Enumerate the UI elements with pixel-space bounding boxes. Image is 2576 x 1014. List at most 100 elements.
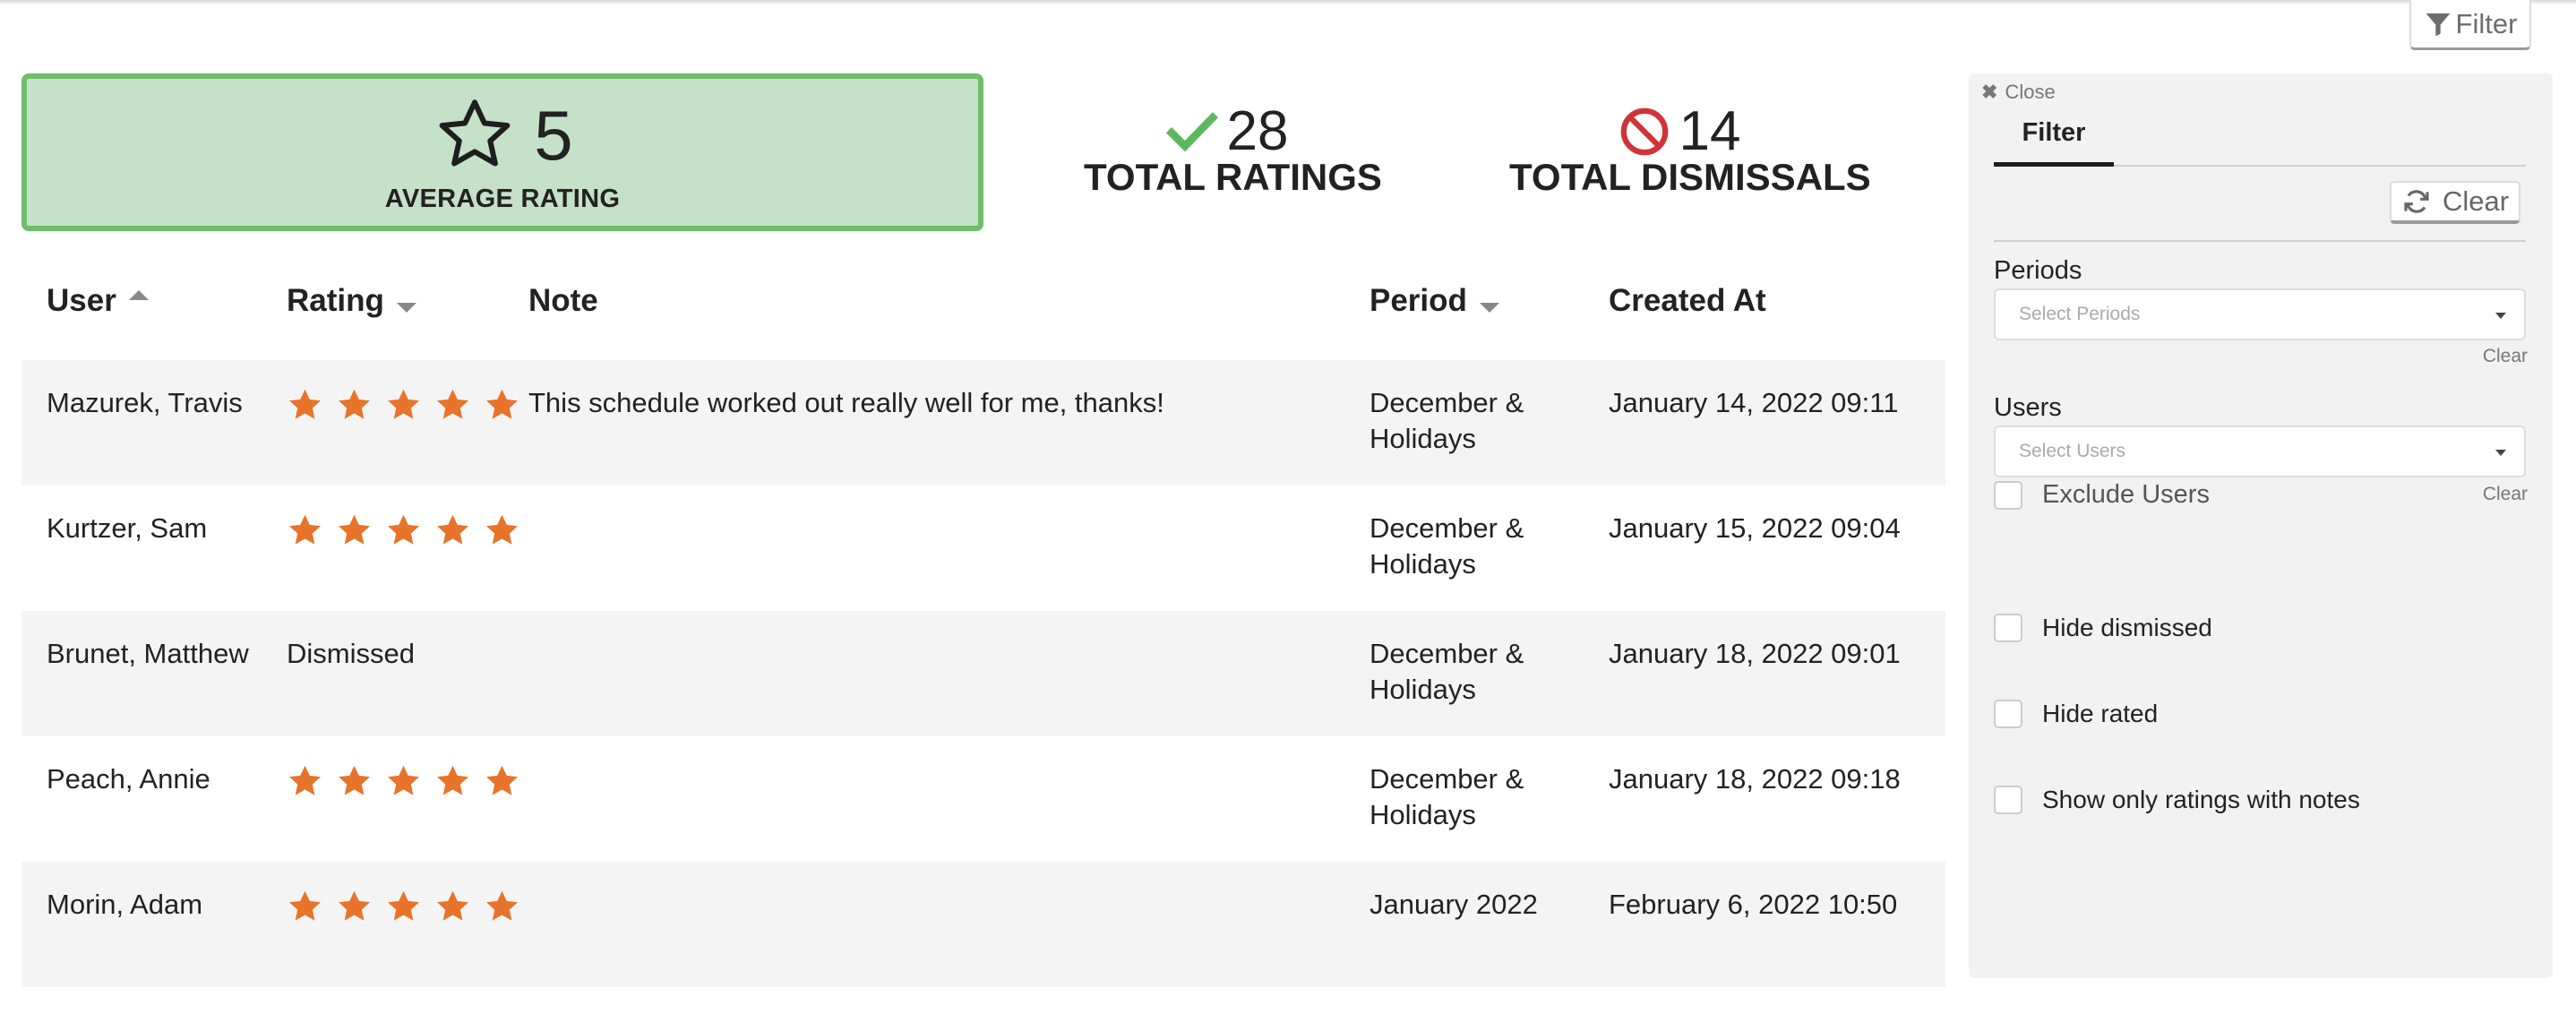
cell-rating-dismissed: Dismissed	[287, 638, 415, 669]
star-icon	[289, 514, 321, 545]
star-icon	[388, 389, 419, 419]
column-header-rating[interactable]: Rating	[287, 283, 416, 319]
cell-user: Kurtzer, Sam	[47, 512, 208, 544]
cell-rating	[287, 889, 537, 924]
users-select[interactable]: Select Users	[1994, 425, 2526, 477]
sort-ascending-icon	[128, 289, 149, 300]
star-icon	[486, 514, 518, 545]
total-dismissals-stat: 14 TOTAL DISMISSALS	[1509, 100, 1871, 199]
show-notes-option[interactable]: Show only ratings with notes	[1994, 786, 2360, 814]
tab-filter[interactable]: Filter	[1994, 118, 2114, 167]
table-row[interactable]: Mazurek, Travis This schedule worked out…	[21, 360, 1945, 486]
close-icon: ✖	[1981, 81, 1998, 103]
check-icon	[1165, 112, 1218, 152]
table-row[interactable]: Brunet, Matthew Dismissed December & Hol…	[21, 611, 1945, 736]
show-notes-label: Show only ratings with notes	[2042, 786, 2360, 813]
cell-user: Morin, Adam	[47, 889, 203, 920]
total-dismissals-value: 14	[1679, 100, 1741, 162]
hide-rated-option[interactable]: Hide rated	[1994, 700, 2158, 728]
star-icon	[437, 514, 468, 545]
star-icon	[339, 514, 370, 545]
column-header-note-label: Note	[528, 283, 598, 318]
tab-divider	[2114, 165, 2526, 167]
top-border	[0, 0, 2576, 4]
filter-toggle-button[interactable]: Filter	[2409, 0, 2531, 50]
table-row[interactable]: Kurtzer, Sam December & Holidays January…	[21, 486, 1945, 611]
hide-dismissed-option[interactable]: Hide dismissed	[1994, 614, 2212, 642]
sidebar-divider	[1994, 240, 2526, 242]
exclude-users-option[interactable]: Exclude Users	[1994, 480, 2210, 510]
star-icon	[339, 389, 370, 419]
close-label: Close	[2005, 81, 2056, 103]
cell-created-at: January 14, 2022 09:11	[1609, 387, 1899, 418]
hide-dismissed-label: Hide dismissed	[2042, 614, 2212, 641]
column-header-period[interactable]: Period	[1370, 283, 1499, 319]
star-icon	[388, 514, 419, 545]
cell-user: Brunet, Matthew	[47, 638, 249, 669]
star-icon	[437, 765, 468, 795]
filter-icon	[2426, 13, 2450, 36]
refresh-icon	[2404, 190, 2429, 213]
star-icon	[388, 890, 419, 921]
table-row[interactable]: Peach, Annie December & Holidays January…	[21, 736, 1945, 862]
ratings-table: User Rating Note Period Created At Mazur…	[21, 260, 1945, 987]
star-outline-icon	[439, 99, 511, 167]
hide-rated-checkbox[interactable]	[1994, 700, 2022, 728]
star-icon	[486, 890, 518, 921]
star-icon	[289, 890, 321, 921]
sort-descending-icon	[396, 302, 416, 313]
ban-icon	[1620, 107, 1668, 156]
users-placeholder: Select Users	[2019, 441, 2126, 461]
cell-period: January 2022	[1370, 889, 1538, 920]
clear-all-label: Clear	[2442, 185, 2510, 217]
cell-created-at: January 18, 2022 09:18	[1609, 763, 1901, 795]
cell-rating	[287, 763, 537, 798]
table-row[interactable]: Morin, Adam January 2022 February 6, 202…	[21, 862, 1945, 987]
exclude-users-label: Exclude Users	[2042, 480, 2210, 509]
cell-created-at: February 6, 2022 10:50	[1609, 889, 1898, 920]
column-header-rating-label: Rating	[287, 283, 384, 318]
column-header-user[interactable]: User	[47, 283, 149, 319]
column-header-created-at[interactable]: Created At	[1609, 283, 1766, 319]
total-ratings-label: TOTAL RATINGS	[1084, 156, 1382, 198]
clear-all-button[interactable]: Clear	[2390, 181, 2520, 224]
show-notes-checkbox[interactable]	[1994, 786, 2022, 814]
close-button[interactable]: ✖ Close	[1981, 81, 2056, 104]
hide-rated-label: Hide rated	[2042, 700, 2159, 727]
average-rating-label: AVERAGE RATING	[384, 185, 621, 213]
column-header-user-label: User	[47, 283, 116, 318]
periods-label: Periods	[1994, 256, 2082, 285]
total-ratings-value: 28	[1226, 100, 1289, 162]
star-icon	[437, 890, 468, 921]
column-header-created-at-label: Created At	[1609, 283, 1766, 318]
periods-select[interactable]: Select Periods	[1994, 288, 2526, 340]
star-icon	[486, 765, 518, 795]
star-icon	[388, 765, 419, 795]
sort-descending-icon	[1479, 302, 1499, 313]
cell-created-at: January 18, 2022 09:01	[1609, 638, 1901, 669]
average-rating-card: 5 AVERAGE RATING	[21, 73, 983, 231]
cell-rating	[287, 512, 537, 547]
dropdown-caret-icon	[2495, 313, 2506, 319]
total-ratings-stat: 28 TOTAL RATINGS	[1084, 100, 1382, 199]
cell-created-at: January 15, 2022 09:04	[1609, 512, 1901, 544]
hide-dismissed-checkbox[interactable]	[1994, 614, 2022, 642]
cell-rating	[287, 387, 537, 422]
cell-period: December & Holidays	[1370, 512, 1524, 580]
cell-period: December & Holidays	[1370, 387, 1524, 454]
users-label: Users	[1994, 393, 2062, 422]
users-clear-link[interactable]: Clear	[2483, 484, 2528, 505]
column-header-period-label: Period	[1370, 283, 1467, 318]
star-icon	[339, 765, 370, 795]
exclude-users-checkbox[interactable]	[1994, 480, 2022, 510]
table-header: User Rating Note Period Created At	[21, 260, 1945, 360]
periods-clear-link[interactable]: Clear	[2483, 346, 2528, 367]
star-icon	[289, 765, 321, 795]
average-rating-value: 5	[534, 96, 573, 175]
star-icon	[486, 389, 518, 419]
dropdown-caret-icon	[2495, 450, 2506, 456]
filter-sidebar: ✖ Close Filter Clear Periods Select Peri…	[1969, 73, 2553, 978]
filter-toggle-label: Filter	[2455, 7, 2518, 39]
star-icon	[339, 890, 370, 921]
star-icon	[289, 389, 321, 419]
